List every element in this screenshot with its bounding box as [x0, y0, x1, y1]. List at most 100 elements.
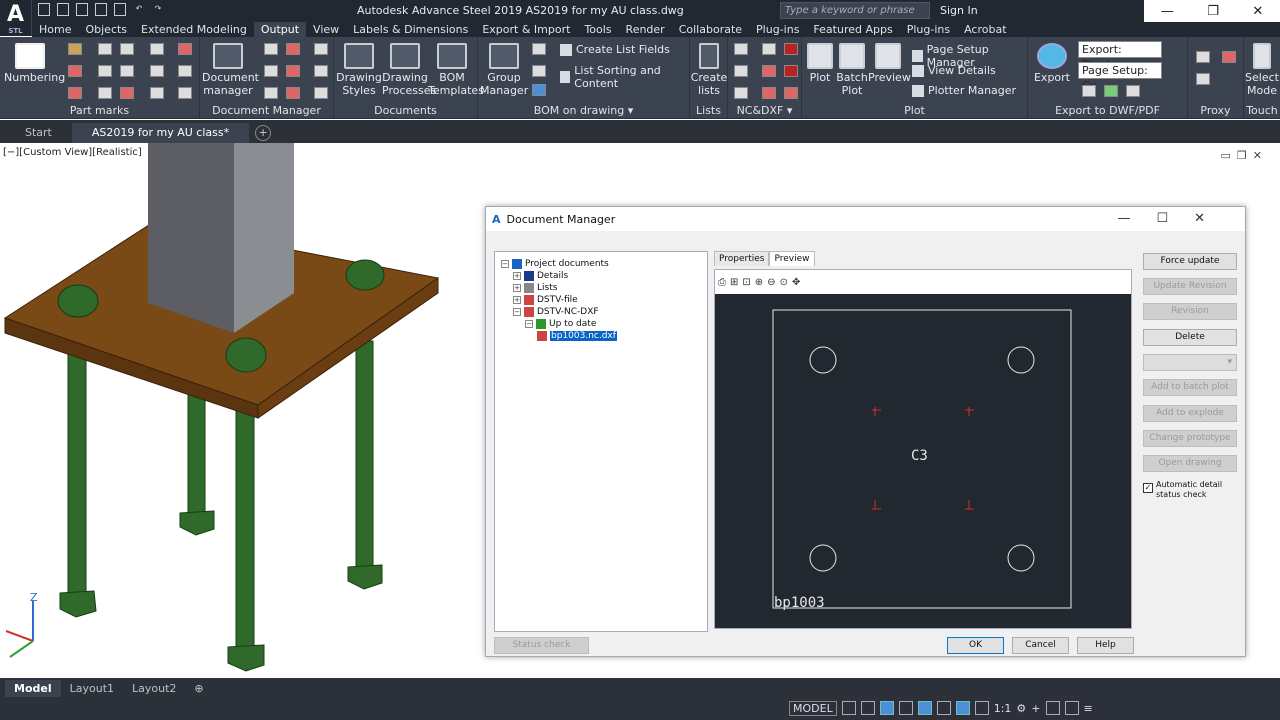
bom-tool-icon-1[interactable]	[532, 43, 546, 55]
document-tree[interactable]: − Project documents + Details + Lists + DSTV-fi…	[494, 251, 708, 632]
doc-tool-icon-5[interactable]	[286, 65, 300, 77]
ribbon-tab-acrobat[interactable]: Acrobat	[957, 22, 1013, 37]
redo-icon[interactable]: ↷	[152, 3, 164, 16]
export-button[interactable]: Export	[1030, 43, 1074, 84]
ortho-icon[interactable]	[879, 701, 894, 715]
nc-icon-7[interactable]	[784, 43, 798, 55]
doc-tool-icon-3[interactable]	[264, 87, 278, 99]
annotation-icon[interactable]	[955, 701, 970, 715]
panel-title-ncdxf[interactable]: NC&DXF ▾	[728, 104, 801, 117]
zoom-realtime-icon[interactable]: ⊡	[742, 277, 750, 294]
doc-tool-icon-6[interactable]	[286, 87, 300, 99]
plot-button[interactable]: Plot	[804, 43, 836, 84]
ribbon-tab-objects[interactable]: Objects	[78, 22, 134, 37]
part-mark-icon-5[interactable]	[98, 65, 112, 77]
close-icon[interactable]: ✕	[1252, 4, 1263, 19]
part-mark-icon-2[interactable]	[68, 65, 82, 77]
sign-in-link[interactable]: Sign In	[940, 4, 978, 17]
tree-expander-icon[interactable]: −	[501, 260, 509, 268]
export-display-select[interactable]: Export: Display	[1078, 41, 1162, 71]
page-setup-select[interactable]: Page Setup: Cu	[1078, 62, 1162, 92]
doc-tool-icon-9[interactable]	[314, 87, 328, 99]
preview-button[interactable]: Preview	[868, 43, 911, 84]
tree-expander-icon[interactable]: +	[513, 284, 521, 292]
ribbon-tab-output[interactable]: Output	[253, 22, 307, 37]
tree-item[interactable]: + DSTV-file	[513, 294, 578, 306]
minimize-icon[interactable]: —	[1161, 4, 1174, 19]
ribbon-tab-labels-dimensions[interactable]: Labels & Dimensions	[346, 22, 475, 37]
nc-icon-2[interactable]	[734, 65, 748, 77]
tree-expander-icon[interactable]: +	[513, 296, 521, 304]
tree-item[interactable]: − Up to date	[525, 318, 596, 330]
part-mark-icon-15[interactable]	[178, 87, 192, 99]
ribbon-tab-plug-ins[interactable]: Plug-ins	[749, 22, 806, 37]
create-lists-button[interactable]: Create lists	[690, 43, 728, 97]
auto-detail-checkbox[interactable]: ✓	[1143, 483, 1153, 493]
batch-plot-button[interactable]: Batch Plot	[836, 43, 868, 97]
part-mark-icon-4[interactable]	[98, 43, 112, 55]
ribbon-tab-tools[interactable]: Tools	[577, 22, 618, 37]
new-tab-plus-icon[interactable]: +	[255, 125, 272, 141]
tab-layout1[interactable]: Layout1	[61, 680, 123, 697]
nc-icon-4[interactable]	[762, 43, 776, 55]
proxy-icon-2[interactable]	[1196, 73, 1210, 85]
dialog-empty-select[interactable]: ▾	[1143, 354, 1237, 371]
hardware-accel-icon[interactable]	[1064, 701, 1079, 715]
part-mark-icon-14[interactable]	[178, 65, 192, 77]
export-tool-icon-2[interactable]	[1104, 85, 1118, 97]
part-mark-icon-12[interactable]	[150, 87, 164, 99]
zoom-window-icon[interactable]: ⊞	[730, 277, 738, 294]
zoom-in-icon[interactable]: ⊕	[755, 277, 763, 294]
add-to-batch-plot-button[interactable]: Add to batch plot	[1143, 379, 1237, 396]
annotation-scale[interactable]: 1:1	[994, 702, 1012, 715]
search-input[interactable]: Type a keyword or phrase	[780, 2, 930, 19]
doc-tool-icon-2[interactable]	[264, 65, 278, 77]
preview-canvas[interactable]: C3 bp1003	[715, 294, 1131, 628]
open-drawing-button[interactable]: Open drawing	[1143, 455, 1237, 472]
force-update-button[interactable]: Force update	[1143, 253, 1237, 270]
doc-tool-icon-8[interactable]	[314, 65, 328, 77]
model-space-toggle[interactable]: MODEL	[789, 700, 837, 716]
zoom-extents-icon[interactable]: ⊙	[780, 277, 788, 294]
part-mark-icon-8[interactable]	[120, 65, 134, 77]
bom-templates-button[interactable]: BOM Templates	[428, 43, 484, 97]
ribbon-tab-render[interactable]: Render	[619, 22, 672, 37]
doc-tool-icon-7[interactable]	[314, 43, 328, 55]
part-mark-icon-6[interactable]	[98, 87, 112, 99]
select-mode-button[interactable]: Select Mode	[1244, 43, 1280, 97]
snap-icon[interactable]	[860, 701, 875, 715]
customize-menu-icon[interactable]: ≡	[1084, 702, 1093, 715]
panel-title-bom-on-drawing[interactable]: BOM on drawing ▾	[478, 104, 689, 117]
dialog-minimize-icon[interactable]: —	[1117, 211, 1156, 226]
cancel-button[interactable]: Cancel	[1012, 637, 1069, 654]
tree-item[interactable]: + Lists	[513, 282, 557, 294]
pan-icon[interactable]: ✥	[792, 277, 800, 294]
print-preview-icon[interactable]: ⎙	[718, 277, 726, 294]
part-mark-icon-3[interactable]	[68, 87, 82, 99]
drawing-processes-button[interactable]: Drawing Processes	[382, 43, 436, 97]
restore-icon[interactable]: ❐	[1207, 4, 1219, 19]
viewport-label[interactable]: [−][Custom View][Realistic]	[3, 147, 142, 158]
ribbon-tab-featured-apps[interactable]: Featured Apps	[806, 22, 899, 37]
part-mark-icon-1[interactable]	[68, 43, 82, 55]
save-icon[interactable]	[76, 3, 88, 16]
tab-drawing[interactable]: AS2019 for my AU class*	[71, 123, 250, 143]
ribbon-tab-home[interactable]: Home	[32, 22, 78, 37]
selection-cycling-icon[interactable]	[936, 701, 951, 715]
osnap-icon[interactable]	[917, 701, 932, 715]
view-details-button[interactable]: View Details	[912, 64, 996, 77]
tree-item[interactable]: − Project documents	[501, 258, 609, 270]
part-mark-icon-11[interactable]	[150, 65, 164, 77]
delete-button[interactable]: Delete	[1143, 329, 1237, 346]
export-tool-icon-3[interactable]	[1126, 85, 1140, 97]
nc-icon-9[interactable]	[784, 87, 798, 99]
print-icon[interactable]	[114, 3, 126, 16]
tab-model[interactable]: Model	[5, 680, 61, 697]
part-mark-icon-10[interactable]	[150, 43, 164, 55]
tab-layout2[interactable]: Layout2	[123, 680, 185, 697]
tree-expander-icon[interactable]: −	[513, 308, 521, 316]
part-mark-icon-9[interactable]	[120, 87, 134, 99]
nc-icon-8[interactable]	[784, 65, 798, 77]
dialog-maximize-icon[interactable]: ☐	[1156, 211, 1194, 226]
create-list-fields-button[interactable]: Create List Fields	[560, 43, 670, 56]
